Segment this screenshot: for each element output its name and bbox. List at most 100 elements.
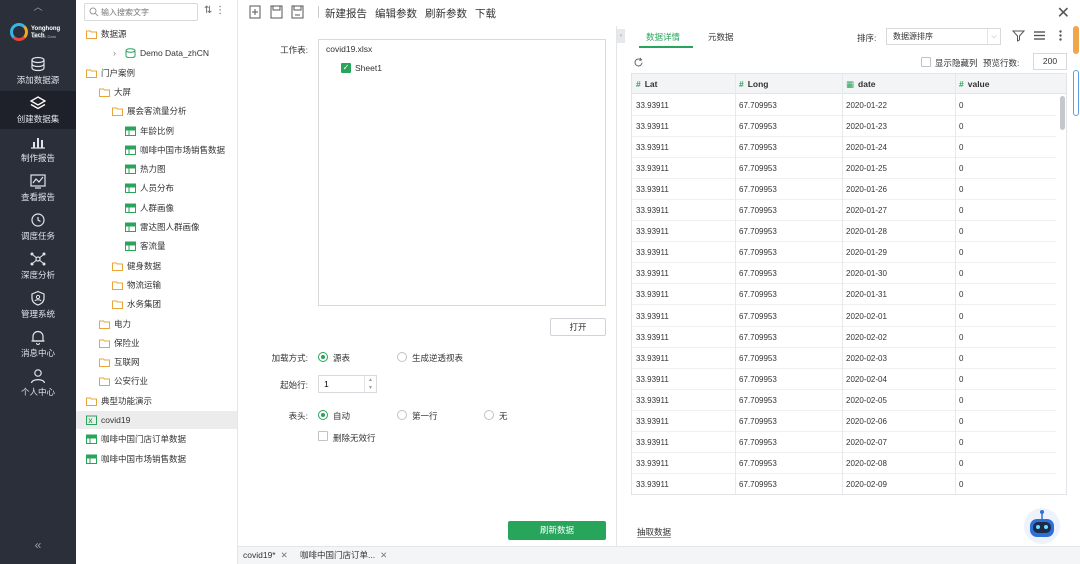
table-row[interactable]: 33.93911 67.709953 2020-01-29 0 — [632, 242, 1056, 264]
tree-node-folder[interactable]: 互联网 — [76, 353, 237, 371]
nav-item-line-chart[interactable]: 查看报告 — [0, 169, 76, 207]
table-row[interactable]: 33.93911 67.709953 2020-01-31 0 — [632, 284, 1056, 306]
table-row[interactable]: 33.93911 67.709953 2020-02-06 0 — [632, 411, 1056, 432]
table-row[interactable]: 33.93911 67.709953 2020-01-27 0 — [632, 200, 1056, 222]
tree-search-box[interactable] — [84, 3, 198, 21]
tree-node-table[interactable]: 客流量 — [76, 237, 237, 255]
column-header-lat[interactable]: # Lat — [636, 74, 657, 94]
start-row-stepper[interactable]: ▲▼ — [318, 375, 377, 393]
tree-node-table[interactable]: 人员分布 — [76, 179, 237, 197]
close-tab-icon[interactable]: ✕ — [281, 550, 288, 560]
column-header-value[interactable]: # value — [959, 74, 989, 94]
tree-node-table[interactable]: 咖啡中国市场销售数据 — [76, 141, 237, 159]
tree-node-folder[interactable]: 数据源 — [76, 25, 237, 43]
collapse-nav-button[interactable]: « — [30, 538, 46, 552]
table-row[interactable]: 33.93911 67.709953 2020-01-26 0 — [632, 179, 1056, 201]
scroll-up-icon[interactable]: ︿ — [30, 0, 46, 12]
tree-node-folder[interactable]: 物流运输 — [76, 276, 237, 294]
sheet-name[interactable]: Sheet1 — [355, 63, 382, 73]
table-row[interactable]: 33.93911 67.709953 2020-01-24 0 — [632, 137, 1056, 159]
tree-node-table[interactable]: 人群画像 — [76, 199, 237, 217]
table-row[interactable]: 33.93911 67.709953 2020-01-22 0 — [632, 95, 1056, 116]
tab-data-detail[interactable]: 数据详情 — [646, 31, 680, 43]
table-row[interactable]: 33.93911 67.709953 2020-02-09 0 — [632, 474, 1056, 494]
open-button[interactable]: 打开 — [550, 318, 606, 336]
nav-item-database[interactable]: 添加数据源 — [0, 52, 76, 90]
table-row[interactable]: 33.93911 67.709953 2020-02-07 0 — [632, 432, 1056, 453]
header-radio-none[interactable] — [484, 410, 494, 420]
sort-select[interactable]: 数据源排序 ⌵ — [886, 28, 1001, 45]
tree-node-table[interactable]: 咖啡中国门店订单数据 — [76, 430, 237, 448]
nav-item-clock[interactable]: 调度任务 — [0, 208, 76, 246]
header-radio-first-row[interactable] — [397, 410, 407, 420]
tree-node-folder[interactable]: 电力 — [76, 315, 237, 333]
table-row[interactable]: 33.93911 67.709953 2020-02-02 0 — [632, 327, 1056, 348]
scroll-thumb-primary[interactable] — [1073, 26, 1079, 54]
table-row[interactable]: 33.93911 67.709953 2020-02-08 0 — [632, 453, 1056, 474]
new-report-button[interactable]: 新建报告 — [325, 6, 367, 21]
tree-tools[interactable]: ⇅ ⋮ — [204, 5, 234, 19]
show-hidden-columns-checkbox[interactable] — [921, 57, 931, 67]
doc-tab-covid19[interactable]: covid19* ✕ — [243, 547, 288, 564]
table-row[interactable]: 33.93911 67.709953 2020-01-25 0 — [632, 158, 1056, 180]
tree-node-folder[interactable]: 大屏 — [76, 83, 237, 101]
tree-search-input[interactable] — [101, 6, 195, 18]
tree-node-folder[interactable]: 水务集团 — [76, 295, 237, 313]
nav-item-layers[interactable]: 创建数据集 — [0, 91, 76, 129]
table-row[interactable]: 33.93911 67.709953 2020-02-04 0 — [632, 369, 1056, 390]
refresh-icon[interactable] — [633, 57, 644, 68]
tree-node-db[interactable]: › Demo Data_zhCN — [76, 44, 237, 62]
nav-item-network[interactable]: 深度分析 — [0, 247, 76, 285]
table-row[interactable]: 33.93911 67.709953 2020-02-03 0 — [632, 348, 1056, 369]
more-vertical-icon[interactable] — [1054, 29, 1067, 42]
nav-item-user[interactable]: 个人中心 — [0, 364, 76, 402]
tree-node-table[interactable]: 热力图 — [76, 160, 237, 178]
load-mode-radio-unpivot[interactable] — [397, 352, 407, 362]
table-row[interactable]: 33.93911 67.709953 2020-01-23 0 — [632, 116, 1056, 138]
new-file-icon[interactable] — [249, 5, 262, 19]
edit-params-button[interactable]: 编辑参数 — [375, 6, 417, 21]
refresh-params-button[interactable]: 刷新参数 — [425, 6, 467, 21]
column-header-long[interactable]: # Long — [739, 74, 769, 94]
column-header-date[interactable]: ▦ date — [846, 74, 876, 94]
sheet-checkbox[interactable]: ✓ — [341, 63, 351, 73]
save-as-icon[interactable] — [291, 5, 304, 19]
delete-invalid-checkbox[interactable] — [318, 431, 328, 441]
preview-rows-input[interactable]: 200 — [1033, 53, 1067, 70]
header-radio-auto[interactable] — [318, 410, 328, 420]
tree-node-table[interactable]: 雷达图人群画像 — [76, 218, 237, 236]
start-row-input[interactable] — [324, 378, 362, 390]
download-button[interactable]: 下载 — [475, 6, 496, 21]
table-row[interactable]: 33.93911 67.709953 2020-02-01 0 — [632, 306, 1056, 327]
list-icon[interactable] — [1033, 29, 1046, 42]
close-icon[interactable]: ✕ — [1057, 3, 1070, 23]
tree-node-excel[interactable]: Xcovid19 — [76, 411, 237, 429]
save-icon[interactable] — [270, 5, 283, 19]
nav-item-bell[interactable]: 消息中心 — [0, 325, 76, 363]
tree-node-folder[interactable]: 典型功能演示 — [76, 392, 237, 410]
stepper-arrows-icon[interactable]: ▲ ▼ — [364, 376, 376, 392]
tree-node-table[interactable]: 咖啡中国市场销售数据 — [76, 450, 237, 468]
nav-item-bar-chart[interactable]: 制作报告 — [0, 130, 76, 168]
filter-icon[interactable] — [1012, 29, 1025, 42]
scroll-thumb-secondary[interactable] — [1073, 70, 1079, 116]
tree-node-folder[interactable]: 保险业 — [76, 334, 237, 352]
load-mode-radio-source[interactable] — [318, 352, 328, 362]
assistant-robot-icon[interactable] — [1021, 507, 1063, 545]
tab-metadata[interactable]: 元数据 — [708, 31, 734, 43]
tree-node-table[interactable]: 年龄比例 — [76, 122, 237, 140]
page-scrollbar[interactable] — [1072, 26, 1080, 546]
doc-tab-coffee-orders[interactable]: 咖啡中国门店订单... ✕ — [300, 547, 387, 564]
collapse-left-icon[interactable]: ‹ — [617, 29, 625, 43]
table-row[interactable]: 33.93911 67.709953 2020-02-05 0 — [632, 390, 1056, 411]
table-row[interactable]: 33.93911 67.709953 2020-01-28 0 — [632, 221, 1056, 243]
tree-node-folder[interactable]: 门户案例 — [76, 64, 237, 82]
refresh-data-button[interactable]: 刷新数据 — [508, 521, 606, 540]
nav-item-shield[interactable]: 管理系统 — [0, 286, 76, 324]
tree-node-folder[interactable]: 展会客流量分析 — [76, 102, 237, 120]
chevron-right-icon[interactable]: › — [113, 44, 116, 62]
close-tab-icon[interactable]: ✕ — [380, 550, 387, 560]
tree-node-folder[interactable]: 公安行业 — [76, 372, 237, 390]
tree-node-folder[interactable]: 健身数据 — [76, 257, 237, 275]
grid-scrollbar[interactable] — [1060, 96, 1065, 130]
